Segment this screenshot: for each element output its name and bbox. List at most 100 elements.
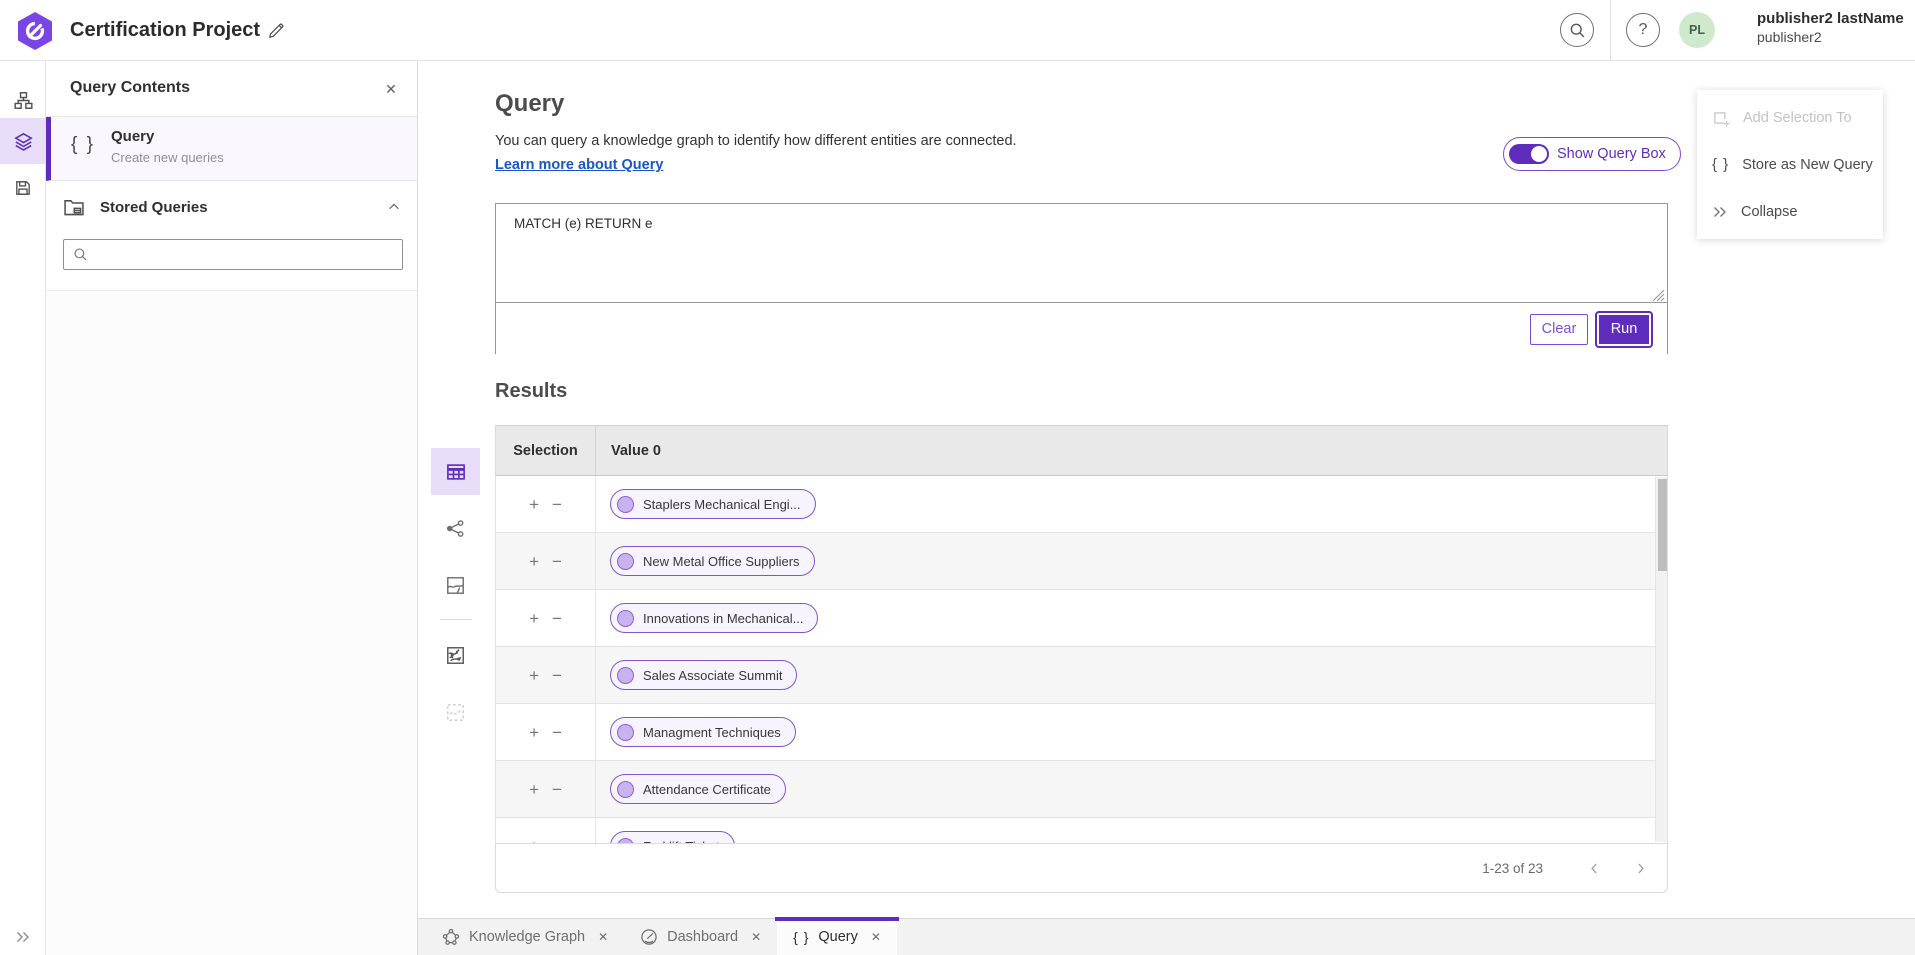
run-button[interactable]: Run — [1597, 313, 1651, 346]
map-contents-icon — [446, 646, 465, 665]
remove-from-selection-button[interactable]: − — [552, 724, 562, 741]
menu-item-collapse[interactable]: Collapse — [1697, 188, 1883, 235]
query-editor-footer: Clear Run — [496, 304, 1667, 354]
global-search-button[interactable] — [1560, 13, 1594, 47]
stored-queries-search-input[interactable] — [96, 247, 402, 262]
value-cell: Attendance Certificate — [596, 761, 1667, 817]
entity-label: Staplers Mechanical Engi... — [643, 497, 801, 512]
table-icon — [446, 462, 466, 482]
show-query-box-toggle[interactable]: Show Query Box — [1503, 137, 1681, 171]
tab-dashboard[interactable]: Dashboard ✕ — [624, 919, 777, 955]
pencil-icon — [267, 22, 285, 40]
avatar[interactable]: PL — [1679, 12, 1715, 48]
entity-pill[interactable]: Staplers Mechanical Engi... — [610, 489, 816, 519]
add-selection-icon — [1712, 109, 1730, 127]
table-view-button[interactable] — [431, 448, 480, 495]
results-view-switcher — [431, 448, 480, 746]
entity-pill[interactable]: Forklift Ticket — [610, 831, 735, 843]
braces-icon: { } — [1712, 156, 1729, 173]
value-cell: Innovations in Mechanical... — [596, 590, 1667, 646]
stored-queries-label: Stored Queries — [100, 199, 208, 216]
rail-item-data-model[interactable] — [0, 77, 46, 123]
query-editor-input[interactable]: MATCH (e) RETURN e — [496, 204, 1667, 303]
selection-context-menu: Add Selection To { } Store as New Query … — [1697, 90, 1883, 239]
user-username: publisher2 — [1757, 29, 1904, 47]
scrollbar-thumb[interactable] — [1658, 479, 1667, 571]
edit-title-button[interactable] — [262, 17, 290, 45]
braces-icon: { } — [71, 134, 95, 156]
results-table-header: Selection Value 0 — [495, 425, 1668, 476]
search-icon — [73, 247, 88, 262]
stored-queries-header[interactable]: Stored Queries — [46, 188, 417, 230]
selection-cell: + − — [496, 476, 596, 532]
add-to-selection-button[interactable]: + — [529, 667, 539, 684]
results-scrollbar[interactable] — [1655, 477, 1667, 842]
project-title: Certification Project — [70, 19, 260, 42]
entity-dot-icon — [617, 781, 634, 798]
contents-item-description: Create new queries — [111, 150, 224, 165]
double-chevron-right-icon — [15, 930, 31, 944]
topbar-divider — [1610, 0, 1611, 61]
remove-from-selection-button[interactable]: − — [552, 610, 562, 627]
add-to-selection-button[interactable]: + — [529, 496, 539, 513]
value-cell: Managment Techniques — [596, 704, 1667, 760]
panel-close-button[interactable]: ✕ — [379, 77, 403, 101]
close-icon[interactable]: ✕ — [751, 930, 761, 944]
entity-pill[interactable]: Sales Associate Summit — [610, 660, 797, 690]
add-to-selection-button[interactable]: + — [529, 724, 539, 741]
chevron-up-icon[interactable] — [387, 200, 401, 214]
expand-rail-button[interactable] — [0, 919, 46, 955]
value-cell: Staplers Mechanical Engi... — [596, 476, 1667, 532]
new-map-button-disabled — [431, 689, 480, 736]
folder-icon — [63, 196, 85, 218]
remove-from-selection-button[interactable]: − — [552, 667, 562, 684]
rail-item-save[interactable] — [0, 165, 46, 211]
app-logo-icon — [16, 11, 54, 51]
entity-label: Innovations in Mechanical... — [643, 611, 803, 626]
tab-knowledge-graph[interactable]: Knowledge Graph ✕ — [426, 919, 624, 955]
entity-label: Attendance Certificate — [643, 782, 771, 797]
add-to-selection-button[interactable]: + — [529, 781, 539, 798]
user-menu[interactable]: publisher2 lastName publisher2 — [1757, 10, 1904, 46]
table-row: + − Attendance Certificate — [496, 761, 1667, 818]
entity-pill[interactable]: New Metal Office Suppliers — [610, 546, 815, 576]
sitemap-icon — [14, 91, 33, 110]
panel-header: Query Contents ✕ — [46, 61, 417, 117]
value-cell: Forklift Ticket — [596, 818, 1667, 843]
add-to-selection-button[interactable]: + — [529, 553, 539, 570]
next-page-button[interactable] — [1627, 855, 1653, 881]
resize-handle-icon[interactable] — [1649, 290, 1665, 302]
remove-from-selection-button[interactable]: − — [552, 781, 562, 798]
entity-dot-icon — [617, 667, 634, 684]
left-icon-rail — [0, 61, 46, 955]
add-to-map-button[interactable] — [431, 632, 480, 679]
remove-from-selection-button[interactable]: − — [552, 553, 562, 570]
learn-more-link[interactable]: Learn more about Query — [495, 157, 663, 173]
clear-button[interactable]: Clear — [1530, 314, 1588, 345]
rail-item-contents[interactable] — [0, 118, 46, 164]
contents-item-query[interactable]: { } Query Create new queries — [46, 117, 417, 181]
entity-dot-icon — [617, 553, 634, 570]
add-to-selection-button[interactable]: + — [529, 610, 539, 627]
close-icon[interactable]: ✕ — [598, 930, 608, 944]
previous-page-button[interactable] — [1581, 855, 1607, 881]
open-in-map-button[interactable] — [431, 562, 480, 609]
tab-query[interactable]: { } Query ✕ — [777, 919, 897, 955]
query-editor-container: MATCH (e) RETURN e Clear Run — [495, 203, 1668, 354]
entity-pill[interactable]: Managment Techniques — [610, 717, 796, 747]
chevron-right-icon — [1634, 862, 1647, 875]
remove-from-selection-button[interactable]: − — [552, 496, 562, 513]
value-cell: New Metal Office Suppliers — [596, 533, 1667, 589]
entity-label: Managment Techniques — [643, 725, 781, 740]
menu-item-store-as-new-query[interactable]: { } Store as New Query — [1697, 141, 1883, 188]
selection-cell: + − — [496, 647, 596, 703]
chevron-left-icon — [1588, 862, 1601, 875]
entity-pill[interactable]: Innovations in Mechanical... — [610, 603, 818, 633]
close-icon[interactable]: ✕ — [871, 930, 881, 944]
question-mark-icon: ? — [1639, 21, 1648, 39]
help-button[interactable]: ? — [1626, 13, 1660, 47]
entity-dot-icon — [617, 724, 634, 741]
entity-pill[interactable]: Attendance Certificate — [610, 774, 786, 804]
layers-icon — [14, 132, 33, 151]
graph-view-button[interactable] — [431, 505, 480, 552]
